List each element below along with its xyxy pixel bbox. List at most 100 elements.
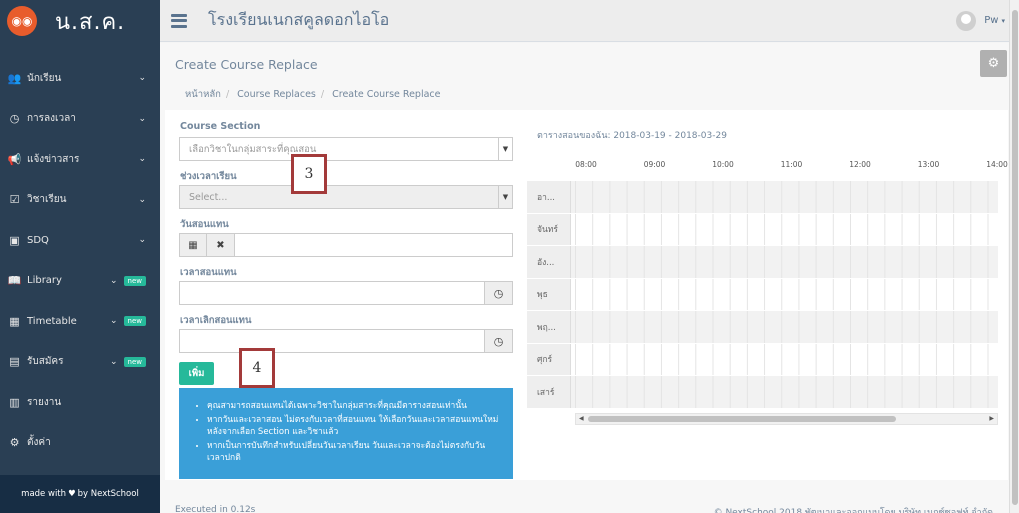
- breadcrumb-home[interactable]: หน้าหลัก: [185, 89, 221, 100]
- period-label: ช่วงเวลาเรียน: [180, 171, 237, 182]
- page-scroll-thumb[interactable]: [1012, 10, 1018, 505]
- breadcrumb: หน้าหลัก / Course Replaces / Create Course…: [185, 89, 441, 100]
- timetable-row: เสาร์: [527, 376, 998, 409]
- timetable-hour-label: 14:00: [986, 160, 1008, 169]
- course-section-label: Course Section: [180, 121, 261, 132]
- start-time-picker: ◷: [179, 281, 513, 305]
- timetable-day-label: พุธ: [527, 278, 571, 310]
- sidebar-item-label: วิชาเรียน: [27, 194, 67, 206]
- timetable-slots[interactable]: [571, 213, 998, 245]
- timetable-slots[interactable]: [571, 246, 998, 278]
- sidebar-item-label: รายงาน: [27, 396, 62, 408]
- sidebar-item[interactable]: ▤ รับสมัคร ⌄ new: [0, 342, 160, 383]
- sidebar-item[interactable]: ⚙ ตั้งค่า: [0, 423, 160, 464]
- sidebar-item[interactable]: ◷ การลงเวลา ⌄: [0, 99, 160, 140]
- timetable-scrollbar[interactable]: ◀ ▶: [575, 413, 998, 425]
- timetable-slots[interactable]: [571, 181, 998, 213]
- menu-toggle-icon[interactable]: [171, 11, 187, 30]
- timetable-row: จันทร์: [527, 213, 998, 246]
- owl-logo-icon: ◉◉: [7, 6, 37, 36]
- timetable-row: ศุกร์: [527, 343, 998, 376]
- user-menu[interactable]: Pw ▾: [956, 10, 1005, 31]
- chevron-down-icon: ⌄: [138, 194, 146, 205]
- sidebar-footer: made with ♥ by NextSchool: [0, 475, 160, 513]
- table-icon: ▦: [9, 314, 20, 328]
- gear-icon: ⚙: [987, 56, 1000, 71]
- timetable-day-label: อัง...: [527, 246, 571, 278]
- chevron-down-icon: ⌄: [138, 235, 146, 246]
- chevron-down-icon: ⌄: [138, 73, 146, 84]
- chevron-down-icon: ⌄: [138, 154, 146, 165]
- users-icon: 👥: [7, 71, 22, 85]
- period-placeholder: Select...: [189, 191, 228, 203]
- sidebar-item[interactable]: ▥ รายงาน: [0, 382, 160, 423]
- scroll-thumb[interactable]: [588, 416, 896, 422]
- date-picker: ▦ ✖: [179, 233, 513, 257]
- main-content: Create Course Replace ⚙ หน้าหลัก / Course…: [160, 43, 1019, 513]
- new-badge: new: [123, 356, 146, 367]
- settings-button[interactable]: ⚙: [980, 50, 1007, 77]
- sidebar-item-label: รับสมัคร: [27, 356, 64, 368]
- scroll-right-icon[interactable]: ▶: [989, 414, 994, 424]
- info-item: หากเป็นการบันทึกสำหรับเปลี่ยนวันเวลาเรีย…: [207, 440, 501, 464]
- sidebar-item[interactable]: 📢 แจ้งข่าวสาร ⌄: [0, 139, 160, 180]
- timetable-slots[interactable]: [571, 311, 998, 343]
- sidebar-item[interactable]: 📖 Library ⌄ new: [0, 261, 160, 302]
- timetable-row: พฤ...: [527, 311, 998, 344]
- timetable-slots[interactable]: [571, 278, 998, 310]
- sidebar-item[interactable]: ▦ Timetable ⌄ new: [0, 301, 160, 342]
- end-time-label: เวลาเลิกสอนแทน: [180, 315, 252, 326]
- timetable-slots[interactable]: [571, 376, 998, 408]
- timetable-row: อา...: [527, 181, 998, 214]
- page-scrollbar[interactable]: [1009, 0, 1019, 513]
- date-input[interactable]: [235, 233, 513, 257]
- calendar-check-icon: ☑: [9, 193, 20, 207]
- heart-icon: ♥: [68, 489, 76, 499]
- timetable: ตารางสอนของฉัน: 2018-03-19 - 2018-03-29 …: [527, 120, 1008, 428]
- caret-down-icon: ▼: [498, 186, 512, 208]
- sidebar-item-label: นักเรียน: [27, 72, 62, 84]
- period-select[interactable]: Select... ▼: [179, 185, 513, 209]
- sidebar-item[interactable]: 👥 นักเรียน ⌄: [0, 58, 160, 99]
- clock-icon[interactable]: ◷: [485, 281, 513, 305]
- timetable-hour-label: 10:00: [712, 160, 734, 169]
- sidebar-item[interactable]: ☑ วิชาเรียน ⌄: [0, 180, 160, 221]
- timetable-day-label: เสาร์: [527, 376, 571, 408]
- start-time-input[interactable]: [179, 281, 485, 305]
- scroll-left-icon[interactable]: ◀: [579, 414, 584, 424]
- timetable-title: ตารางสอนของฉัน: 2018-03-19 - 2018-03-29: [537, 131, 727, 141]
- timetable-day-label: อา...: [527, 181, 571, 213]
- course-section-select[interactable]: เลือกวิชาในกลุ่มสาระที่คุณสอน ▼: [179, 137, 513, 161]
- timetable-hour-label: 11:00: [780, 160, 803, 169]
- clock-icon: ◷: [9, 112, 20, 126]
- timetable-day-label: จันทร์: [527, 213, 571, 245]
- cogs-icon: ⚙: [9, 436, 20, 450]
- timetable-hour-label: 09:00: [643, 160, 666, 169]
- copyright: © NextSchool 2018 พัฒนาและออกแบบโดย บริษ…: [713, 508, 993, 513]
- timetable-hour-label: 08:00: [575, 160, 597, 169]
- clock-icon[interactable]: ◷: [485, 329, 513, 353]
- page-title: Create Course Replace: [175, 57, 318, 72]
- new-badge: new: [123, 275, 146, 286]
- clear-icon[interactable]: ✖: [207, 233, 235, 257]
- end-time-input[interactable]: [179, 329, 485, 353]
- caret-down-icon: ▼: [498, 138, 512, 160]
- timetable-row: พุธ: [527, 278, 998, 311]
- start-time-label: เวลาสอนแทน: [180, 267, 237, 278]
- timetable-slots[interactable]: [571, 343, 998, 375]
- info-item: คุณสามารถสอนแทนได้เฉพาะวิชาในกลุ่มสาระที…: [207, 400, 501, 412]
- brand[interactable]: ◉◉ น.ส.ค.: [0, 0, 160, 42]
- add-button[interactable]: เพิ่ม: [179, 362, 214, 385]
- sidebar-menu: 👥 นักเรียน ⌄ ◷ การลงเวลา ⌄ 📢 แจ้งข่าวสาร ⌄ ☑ วิชาเ…: [0, 58, 160, 463]
- timetable-hour-label: 13:00: [917, 160, 940, 169]
- page-footer: Executed in 0.12s © NextSchool 2018 พัฒน…: [160, 501, 1019, 513]
- breadcrumb-course-replaces[interactable]: Course Replaces: [237, 89, 316, 100]
- sidebar-item-label: Library: [27, 275, 62, 287]
- footer-prefix: made with: [21, 489, 67, 499]
- book-icon: 📖: [7, 274, 22, 288]
- bar-chart-icon: ▥: [9, 395, 20, 409]
- brand-title: น.ส.ค.: [55, 9, 126, 35]
- sidebar-item[interactable]: ▣ SDQ ⌄: [0, 220, 160, 261]
- step-4-annotation: 4: [239, 348, 275, 388]
- calendar-icon[interactable]: ▦: [179, 233, 207, 257]
